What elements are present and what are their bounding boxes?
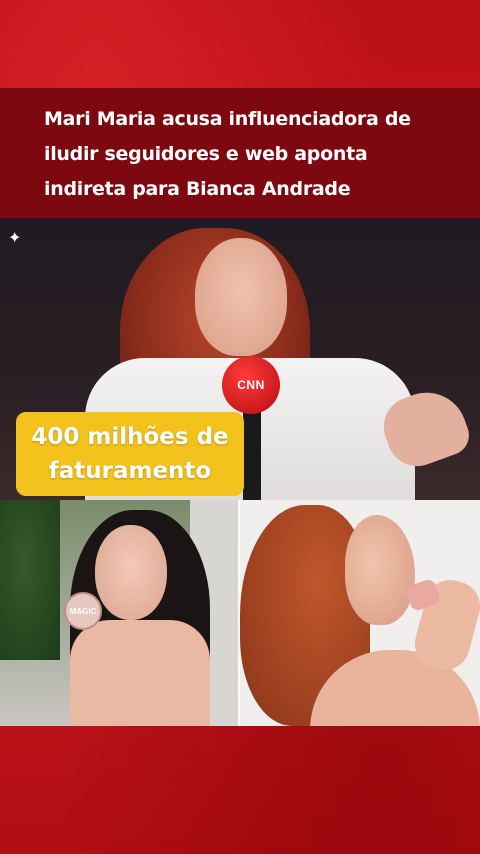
caption-box: 400 milhões de faturamento bbox=[16, 412, 244, 496]
headline: Mari Maria acusa influenciadora de iludi… bbox=[44, 102, 464, 207]
speaker-face bbox=[195, 238, 287, 356]
trees-background bbox=[0, 500, 60, 660]
woman-face-profile bbox=[345, 515, 415, 625]
headline-line-3: indireta para Bianca Andrade bbox=[44, 178, 351, 200]
sparkle-icon: ✦ bbox=[8, 230, 22, 247]
cnn-logo: CNN bbox=[237, 378, 265, 392]
photo-mari-maria bbox=[240, 500, 480, 726]
caption-line-1: 400 milhões de bbox=[31, 424, 229, 450]
makeup-compact-icon: MAGIC bbox=[64, 592, 102, 630]
woman-face bbox=[95, 525, 167, 620]
headline-line-2: iludir seguidores e web aponta bbox=[44, 143, 368, 165]
photo-bianca: MAGIC bbox=[0, 500, 240, 726]
microphone-icon: CNN bbox=[222, 356, 280, 414]
headline-line-1: Mari Maria acusa influenciadora de bbox=[44, 108, 411, 130]
compact-label: MAGIC bbox=[69, 606, 97, 616]
caption-text: 400 milhões de faturamento bbox=[31, 420, 228, 488]
caption-line-2: faturamento bbox=[48, 458, 212, 484]
woman-body bbox=[70, 620, 210, 726]
